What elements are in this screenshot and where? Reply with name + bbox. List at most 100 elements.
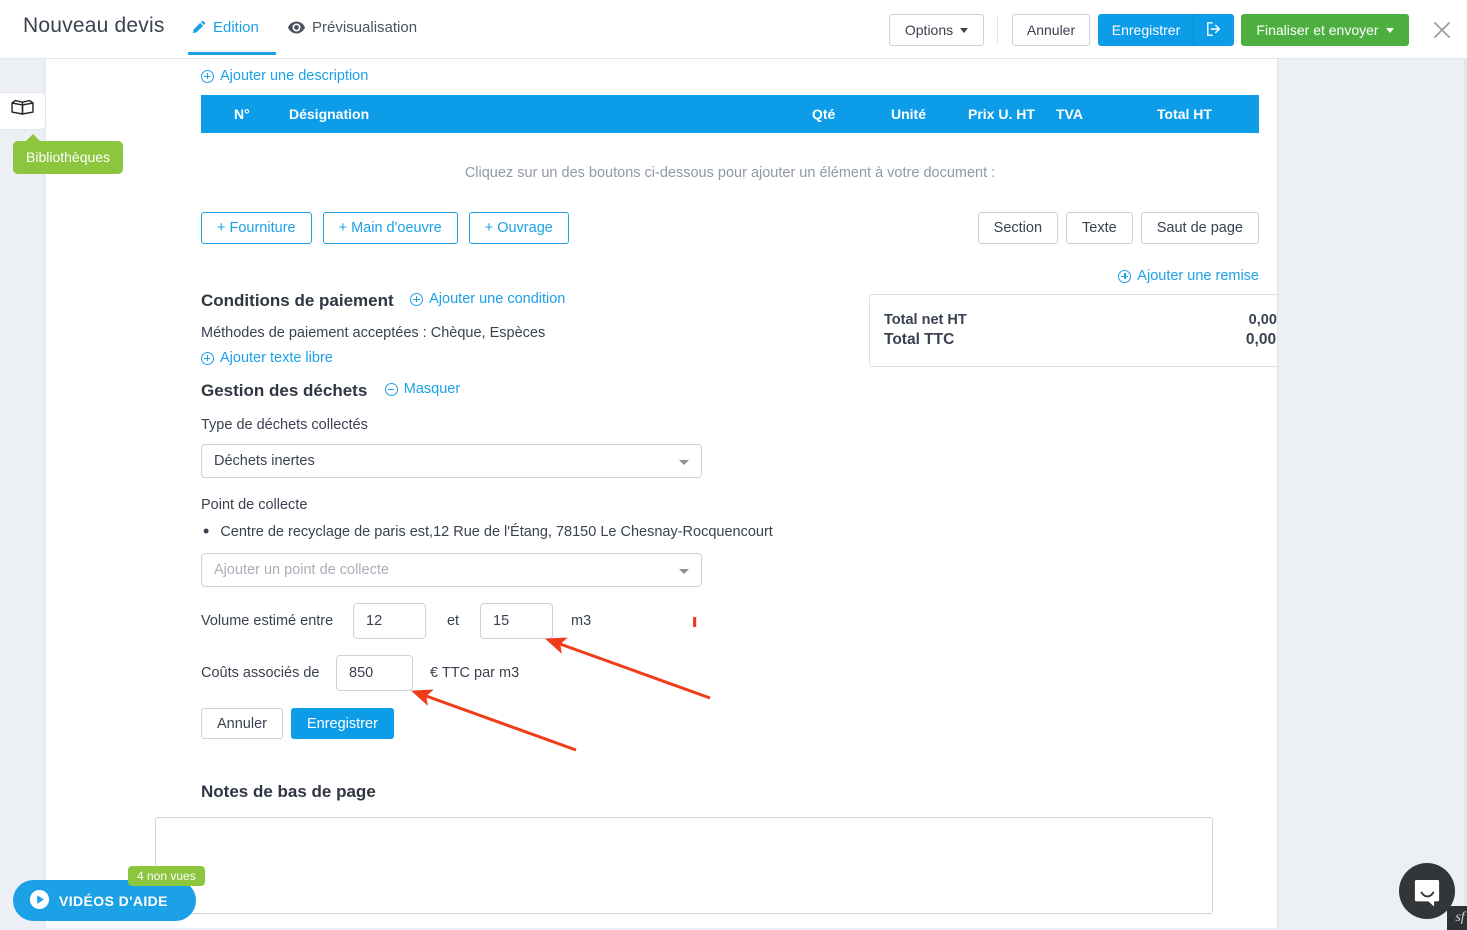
add-free-text-row: Ajouter texte libre	[201, 350, 333, 370]
intercom-chat-icon	[1399, 880, 1455, 923]
plus-circle-icon	[201, 69, 214, 83]
add-fourniture-label: + Fourniture	[217, 220, 296, 236]
total-net-ht-value: 0,00 €	[1248, 312, 1277, 328]
finalize-label: Finaliser et envoyer	[1256, 22, 1379, 38]
plus-circle-icon	[410, 292, 424, 306]
unseen-videos-badge: 4 non vues	[128, 866, 205, 886]
sidebar-tooltip-bibliotheques: Bibliothèques	[13, 134, 124, 174]
cost-unit-label: € TTC par m3	[430, 665, 520, 681]
add-element-group: + Fourniture + Main d'oeuvre + Ouvrage	[201, 212, 569, 244]
add-ouvrage-button[interactable]: + Ouvrage	[468, 212, 569, 244]
hide-waste-label: Masquer	[403, 381, 461, 397]
play-icon	[29, 889, 50, 913]
footer-notes-heading: Notes de bas de page	[201, 782, 376, 801]
waste-save-label: Enregistrer	[306, 715, 378, 732]
add-discount-row: Ajouter une remise	[201, 268, 1259, 288]
volume-unit-label: m3	[571, 613, 592, 629]
volume-min-input[interactable]	[353, 603, 426, 639]
waste-heading-row: Gestion des déchets Masquer	[201, 381, 460, 401]
add-fourniture-button[interactable]: + Fourniture	[201, 212, 312, 244]
cost-row: Coûts associés de € TTC par m3	[201, 655, 519, 691]
cost-input[interactable]	[336, 655, 413, 691]
waste-type-select[interactable]: Déchets inertes	[201, 444, 702, 478]
add-discount-link[interactable]: Ajouter une remise	[1118, 268, 1259, 284]
add-description-label: Ajouter une description	[220, 68, 369, 84]
hide-waste-section-link[interactable]: Masquer	[384, 381, 461, 397]
element-buttons-row: + Fourniture + Main d'oeuvre + Ouvrage S…	[201, 212, 1259, 244]
open-book-icon	[9, 99, 36, 123]
waste-type-value: Déchets inertes	[214, 453, 315, 469]
volume-and-label: et	[446, 613, 460, 629]
footer-notes-field[interactable]	[155, 817, 1213, 914]
save-button[interactable]: Enregistrer	[1098, 14, 1193, 46]
waste-actions-row: Annuler Enregistrer	[201, 708, 394, 739]
volume-label: Volume estimé entre	[201, 613, 334, 629]
options-button[interactable]: Options	[889, 14, 984, 46]
pencil-icon	[191, 20, 206, 35]
layout-element-group: Section Texte Saut de page	[977, 212, 1259, 244]
tab-previsualisation[interactable]: Prévisualisation	[288, 19, 417, 36]
tab-edition-label: Edition	[213, 19, 259, 36]
column-header-num: N°	[234, 106, 250, 122]
cancel-button[interactable]: Annuler	[1012, 14, 1090, 46]
chevron-down-icon	[1385, 27, 1394, 33]
add-discount-label: Ajouter une remise	[1137, 268, 1259, 284]
close-button[interactable]	[1430, 18, 1454, 42]
add-description-row: Ajouter une description	[201, 68, 1259, 88]
column-header-total: Total HT	[1157, 106, 1212, 122]
column-header-vat: TVA	[1056, 106, 1083, 122]
items-table-header: N° Désignation Qté Unité Prix U. HT TVA …	[201, 95, 1259, 133]
column-header-qty: Qté	[812, 106, 836, 122]
chevron-down-icon	[960, 27, 969, 33]
waste-cancel-label: Annuler	[217, 715, 267, 732]
document-canvas: Ajouter une description N° Désignation Q…	[46, 59, 1278, 928]
add-main-doeuvre-button[interactable]: + Main d'oeuvre	[322, 212, 458, 244]
total-ttc-row: Total TTC 0,00 €	[884, 331, 1277, 349]
waste-cancel-button[interactable]: Annuler	[201, 708, 283, 739]
waste-management-heading: Gestion des déchets	[201, 381, 368, 401]
total-ttc-value: 0,00 €	[1245, 331, 1277, 348]
volume-max-input[interactable]	[480, 603, 553, 639]
total-net-ht-row: Total net HT 0,00 €	[884, 312, 1277, 328]
total-ttc-label: Total TTC	[884, 331, 955, 348]
add-description-link[interactable]: Ajouter une description	[201, 68, 368, 84]
volume-row: Volume estimé entre et m3	[201, 603, 591, 639]
add-free-text-label: Ajouter texte libre	[220, 350, 333, 366]
finalize-and-send-button[interactable]: Finaliser et envoyer	[1241, 14, 1409, 46]
bullet-icon: •	[203, 521, 210, 541]
sidebar-item-bibliotheques[interactable]	[0, 92, 46, 130]
top-toolbar: Nouveau devis Edition Prévisualisation O…	[0, 0, 1467, 59]
chevron-down-icon	[679, 460, 689, 465]
column-header-unit: Unité	[891, 106, 926, 122]
payment-conditions-heading: Conditions de paiement	[201, 291, 394, 311]
add-collect-point-select[interactable]: Ajouter un point de collecte	[201, 553, 702, 587]
add-ouvrage-label: + Ouvrage	[484, 220, 553, 236]
waste-type-label: Type de déchets collectés	[201, 417, 368, 433]
page-title: Nouveau devis	[23, 14, 165, 37]
total-net-ht-label: Total net HT	[884, 312, 967, 328]
help-videos-button[interactable]: VIDÉOS D'AIDE	[13, 880, 196, 921]
add-condition-link[interactable]: Ajouter une condition	[410, 291, 565, 307]
collect-point-item-text: Centre de recyclage de paris est,12 Rue …	[220, 524, 773, 540]
eye-icon	[288, 21, 305, 34]
save-label: Enregistrer	[1111, 22, 1181, 38]
add-texte-button[interactable]: Texte	[1066, 212, 1133, 244]
add-page-break-button[interactable]: Saut de page	[1140, 212, 1259, 244]
add-main-doeuvre-label: + Main d'oeuvre	[338, 220, 442, 236]
plus-circle-icon	[201, 351, 214, 365]
payment-methods-text: Méthodes de paiement acceptées : Chèque,…	[201, 325, 546, 341]
column-header-unit-price: Prix U. HT	[968, 106, 1035, 122]
waste-save-button[interactable]: Enregistrer	[290, 708, 394, 739]
totals-box: Total net HT 0,00 € Total TTC 0,00 €	[869, 294, 1277, 367]
minus-circle-icon	[384, 382, 398, 396]
toolbar-divider	[997, 17, 998, 43]
add-texte-label: Texte	[1082, 220, 1117, 236]
add-section-button[interactable]: Section	[977, 212, 1059, 244]
help-videos-label: VIDÉOS D'AIDE	[59, 892, 168, 909]
add-free-text-link[interactable]: Ajouter texte libre	[201, 350, 333, 366]
empty-table-hint: Cliquez sur un des boutons ci-dessous po…	[464, 165, 996, 181]
save-and-exit-button[interactable]	[1193, 14, 1234, 46]
intercom-chat-button[interactable]	[1399, 863, 1455, 919]
plus-circle-icon	[1118, 269, 1132, 283]
tab-edition[interactable]: Edition	[191, 19, 259, 36]
